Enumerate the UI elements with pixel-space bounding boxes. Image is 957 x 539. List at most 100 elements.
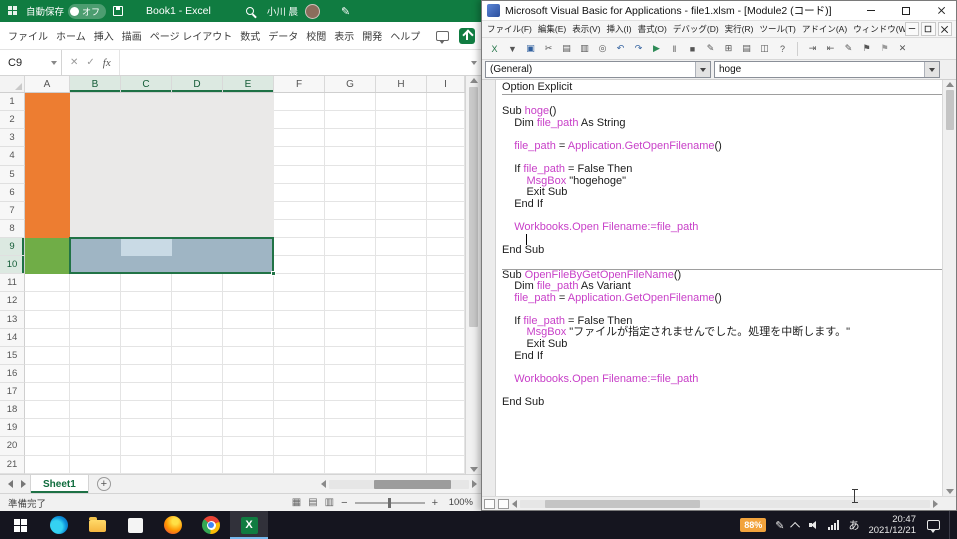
cell-D4[interactable] <box>172 147 223 165</box>
cell-H11[interactable] <box>376 274 427 292</box>
cell-H10[interactable] <box>376 256 427 274</box>
taskbar-app-firefox[interactable] <box>154 511 192 539</box>
cell-C21[interactable] <box>121 456 172 474</box>
toolbar-save-icon[interactable]: ▣ <box>522 41 539 57</box>
menu-debug[interactable]: デバッグ(D) <box>670 23 722 35</box>
procedure-dropdown[interactable]: hoge <box>714 61 940 78</box>
start-button[interactable] <box>0 511 40 539</box>
cell-D15[interactable] <box>172 347 223 365</box>
cell-H13[interactable] <box>376 311 427 329</box>
row-header-4[interactable]: 4 <box>0 147 25 165</box>
row-header-11[interactable]: 11 <box>0 274 25 292</box>
cell-E3[interactable] <box>223 129 274 147</box>
cell-H15[interactable] <box>376 347 427 365</box>
zoom-slider[interactable] <box>355 502 425 504</box>
cell-A1[interactable] <box>25 93 70 111</box>
cell-I4[interactable] <box>427 147 465 165</box>
code-line-14[interactable] <box>502 234 942 246</box>
autosave-switch[interactable]: オフ <box>68 4 106 19</box>
cell-A19[interactable] <box>25 419 70 437</box>
cell-H19[interactable] <box>376 419 427 437</box>
code-line-6[interactable]: file_path = Application.GetOpenFilename(… <box>502 141 942 153</box>
battery-badge[interactable]: 88% <box>740 518 766 532</box>
name-box-dropdown-icon[interactable] <box>51 61 57 65</box>
cell-H16[interactable] <box>376 365 427 383</box>
menu-run[interactable]: 実行(R) <box>722 23 757 35</box>
cell-C3[interactable] <box>121 129 172 147</box>
zoom-slider-thumb[interactable] <box>388 498 391 508</box>
cell-H14[interactable] <box>376 329 427 347</box>
cell-I18[interactable] <box>427 401 465 419</box>
taskbar-app-edge[interactable] <box>40 511 78 539</box>
cell-G21[interactable] <box>325 456 376 474</box>
row-header-18[interactable]: 18 <box>0 401 25 419</box>
row-header-9[interactable]: 9 <box>0 238 25 256</box>
ribbon-tab-draw[interactable]: 描画 <box>118 28 146 43</box>
cell-I21[interactable] <box>427 456 465 474</box>
code-line-10[interactable]: Exit Sub <box>502 187 942 199</box>
row-header-7[interactable]: 7 <box>0 202 25 220</box>
cell-I16[interactable] <box>427 365 465 383</box>
ribbon-tab-developer[interactable]: 開発 <box>358 28 386 43</box>
cell-I12[interactable] <box>427 292 465 310</box>
cell-A21[interactable] <box>25 456 70 474</box>
cell-B8[interactable] <box>70 220 121 238</box>
cell-E19[interactable] <box>223 419 274 437</box>
row-header-16[interactable]: 16 <box>0 365 25 383</box>
action-center-icon[interactable] <box>927 520 940 530</box>
clock[interactable]: 20:47 2021/12/21 <box>868 514 916 536</box>
toolbar-outdent-icon[interactable]: ⇤ <box>822 41 839 57</box>
cell-I17[interactable] <box>427 383 465 401</box>
ribbon-tab-view[interactable]: 表示 <box>330 28 358 43</box>
ribbon-tab-page-layout[interactable]: ページ レイアウト <box>146 28 237 43</box>
speaker-icon[interactable] <box>809 520 819 530</box>
cell-A17[interactable] <box>25 383 70 401</box>
cell-A10[interactable] <box>25 256 70 274</box>
cell-I15[interactable] <box>427 347 465 365</box>
sheet-nav-left-icon[interactable] <box>8 480 13 488</box>
row-header-10[interactable]: 10 <box>0 256 25 274</box>
cell-H20[interactable] <box>376 437 427 455</box>
cell-E1[interactable] <box>223 93 274 111</box>
cell-G6[interactable] <box>325 184 376 202</box>
cell-I2[interactable] <box>427 111 465 129</box>
save-icon[interactable] <box>113 6 123 16</box>
cell-E21[interactable] <box>223 456 274 474</box>
network-icon[interactable] <box>828 520 839 530</box>
cell-A11[interactable] <box>25 274 70 292</box>
cell-B14[interactable] <box>70 329 121 347</box>
code-line-9[interactable]: MsgBox "hogehoge" <box>502 176 942 188</box>
column-header-c[interactable]: C <box>121 76 172 92</box>
ribbon-tab-file[interactable]: ファイル <box>4 28 52 43</box>
code-line-13[interactable]: Workbooks.Open Filename:=file_path <box>502 222 942 234</box>
cell-I10[interactable] <box>427 256 465 274</box>
cell-H9[interactable] <box>376 238 427 256</box>
cell-C17[interactable] <box>121 383 172 401</box>
cell-F20[interactable] <box>274 437 325 455</box>
cell-D5[interactable] <box>172 166 223 184</box>
cell-E5[interactable] <box>223 166 274 184</box>
toolbar-run-sub-icon[interactable]: ▶ <box>648 41 665 57</box>
share-icon[interactable] <box>459 28 475 44</box>
ribbon-tab-insert[interactable]: 挿入 <box>90 28 118 43</box>
cell-B4[interactable] <box>70 147 121 165</box>
cell-G18[interactable] <box>325 401 376 419</box>
cell-I3[interactable] <box>427 129 465 147</box>
toolbar-undo-icon[interactable]: ↶ <box>612 41 629 57</box>
code-line-27[interactable] <box>502 385 942 397</box>
cell-H7[interactable] <box>376 202 427 220</box>
cell-D7[interactable] <box>172 202 223 220</box>
cell-G9[interactable] <box>325 238 376 256</box>
cell-G4[interactable] <box>325 147 376 165</box>
horizontal-scroll-thumb[interactable] <box>545 500 701 508</box>
cell-G10[interactable] <box>325 256 376 274</box>
cell-F4[interactable] <box>274 147 325 165</box>
autosave-toggle[interactable]: 自動保存 オフ <box>26 4 106 19</box>
cell-E14[interactable] <box>223 329 274 347</box>
cell-F8[interactable] <box>274 220 325 238</box>
cell-I9[interactable] <box>427 238 465 256</box>
cell-B20[interactable] <box>70 437 121 455</box>
cell-H18[interactable] <box>376 401 427 419</box>
column-header-g[interactable]: G <box>325 76 376 92</box>
scroll-right-icon[interactable] <box>472 480 477 488</box>
